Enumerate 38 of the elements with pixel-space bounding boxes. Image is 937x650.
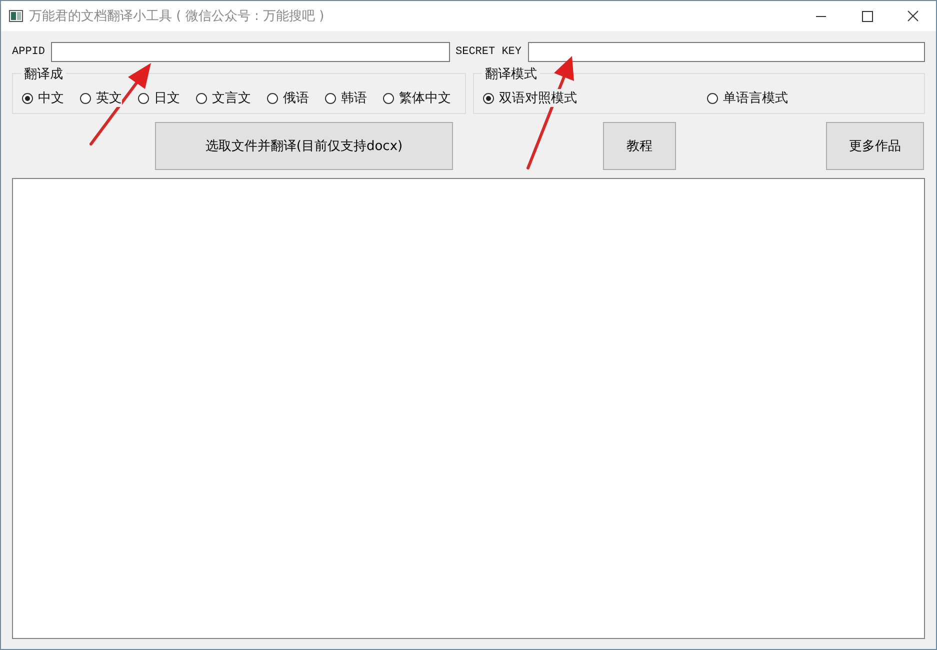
radio-label: 日文 xyxy=(154,89,180,107)
radio-option[interactable]: 双语对照模式 xyxy=(483,89,577,107)
app-icon xyxy=(9,10,23,22)
radio-label: 中文 xyxy=(38,89,64,107)
radio-button[interactable] xyxy=(196,92,207,104)
radio-button[interactable] xyxy=(80,92,91,104)
group-title: 翻译模式 xyxy=(482,65,540,83)
radio-button[interactable] xyxy=(138,92,149,104)
radio-option[interactable]: 俄语 xyxy=(267,89,309,107)
radio-button[interactable] xyxy=(707,92,718,104)
radio-button[interactable] xyxy=(383,92,394,104)
action-button[interactable]: 选取文件并翻译(目前仅支持docx) xyxy=(155,122,453,170)
radio-button[interactable] xyxy=(325,92,336,104)
radio-label: 单语言模式 xyxy=(723,89,788,107)
credential-label: SECRET KEY xyxy=(456,46,522,58)
radio-option[interactable]: 文言文 xyxy=(196,89,251,107)
window-title: 万能君的文档翻译小工具 ( 微信公众号 : 万能搜吧 ) xyxy=(29,8,326,25)
credential-field[interactable] xyxy=(528,42,925,62)
action-button[interactable]: 教程 xyxy=(603,122,676,170)
radio-option[interactable]: 繁体中文 xyxy=(383,89,451,107)
credential-label: APPID xyxy=(12,46,46,58)
radio-label: 繁体中文 xyxy=(399,89,451,107)
radio-option[interactable]: 日文 xyxy=(138,89,180,107)
radio-button[interactable] xyxy=(267,92,278,104)
radio-button[interactable] xyxy=(483,92,494,104)
radio-option[interactable]: 英文 xyxy=(80,89,122,107)
radio-button[interactable] xyxy=(22,92,33,104)
group-title: 翻译成 xyxy=(21,65,66,83)
radio-option[interactable]: 中文 xyxy=(22,89,64,107)
action-button[interactable]: 更多作品 xyxy=(826,122,924,170)
radio-label: 文言文 xyxy=(212,89,251,107)
radio-label: 双语对照模式 xyxy=(499,89,577,107)
radio-label: 英文 xyxy=(96,89,122,107)
radio-option[interactable]: 韩语 xyxy=(325,89,367,107)
radio-option[interactable]: 单语言模式 xyxy=(707,89,788,107)
radio-label: 韩语 xyxy=(341,89,367,107)
radio-label: 俄语 xyxy=(283,89,309,107)
credential-field[interactable] xyxy=(51,42,450,62)
